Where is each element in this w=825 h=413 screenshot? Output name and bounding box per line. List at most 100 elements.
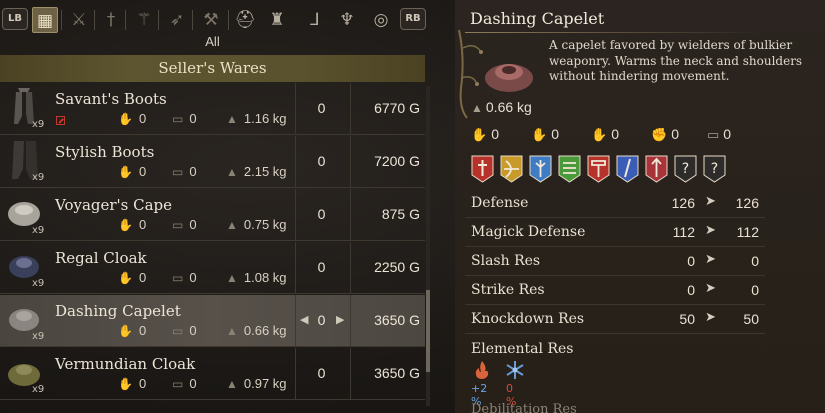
quantity-label: x9 <box>32 172 45 183</box>
quantity-label: x9 <box>32 119 45 130</box>
stat-red-hand: ✋ 0 <box>471 126 499 142</box>
chest-armor-icon[interactable]: ♜ <box>264 7 290 33</box>
quantity-label: x9 <box>32 384 45 395</box>
quantity-label: x9 <box>32 331 45 342</box>
category-label: All <box>205 34 220 49</box>
stat-defense: ▭ 0 <box>172 164 197 179</box>
red-hand-icon: ✋ <box>471 127 488 142</box>
item-price: 6770 G <box>350 83 422 135</box>
item-price: 3650 G <box>350 295 422 347</box>
svg-text:?: ? <box>711 161 718 177</box>
chest-icon: ▭ <box>172 112 184 126</box>
item-name: Voyager's Cape <box>55 196 173 214</box>
mage-vocation-icon <box>529 155 552 183</box>
chest-icon: ▭ <box>707 127 720 142</box>
list-item[interactable]: x9 Stylish Boots ✋ 0 ▭ 0 ▲ 2.15 kg 0 7200 G <box>0 136 425 188</box>
stat-attack: ✋ 0 <box>118 164 147 179</box>
sword-icon[interactable]: ⚔ <box>66 7 92 33</box>
item-description: A capelet favored by wielders of bulkier… <box>549 38 803 83</box>
stat-row: Slash Res 0 ➤ 0 <box>465 247 765 276</box>
item-name: Regal Cloak <box>55 249 147 267</box>
weight-icon: ▲ <box>226 218 238 232</box>
stat-fist: ✊ 0 <box>651 126 679 142</box>
list-scrollbar-thumb[interactable] <box>426 290 430 372</box>
stat-attack: ✋ 0 <box>118 323 147 338</box>
unusable-icon <box>56 116 65 125</box>
stat-defense: ▭ 0 <box>172 217 197 232</box>
detail-small-stats: ✋ 0 ✋ 0 ✋ 0 ✊ 0 ▭ 0 <box>471 126 811 146</box>
all-items-icon[interactable]: ▦ <box>32 7 58 33</box>
chest-icon: ▭ <box>172 324 184 338</box>
shop-screen: LB ▦ ⚔ † ⚚ ➶ ⚒ ⛑ ♜ ⅃ ♆ ◎ RB All Seller's… <box>0 0 825 413</box>
sellers-wares-header: Seller's Wares <box>0 55 425 82</box>
chest-icon: ▭ <box>172 377 184 391</box>
stat-row: Magick Defense 112 ➤ 112 <box>465 218 765 247</box>
compare-arrow-icon: ➤ <box>705 194 716 209</box>
cloak-icon[interactable]: ♆ <box>334 7 360 33</box>
detail-weight: ▲ 0.66 kg <box>471 99 532 115</box>
increase-arrow-icon[interactable]: ▶ <box>336 295 344 345</box>
stat-weight: ▲ 1.08 kg <box>226 270 287 285</box>
rb-button[interactable]: RB <box>400 8 426 30</box>
list-item[interactable]: x9 Savant's Boots ✋ 0 ▭ 0 ▲ 1.16 kg 0 6770 … <box>0 83 425 135</box>
stat-row: Strike Res 0 ➤ 0 <box>465 276 765 305</box>
mace-icon[interactable]: ⚒ <box>198 7 224 33</box>
hand-icon: ✋ <box>118 324 133 338</box>
unknown-vocation-icon: ? <box>703 155 726 183</box>
svg-text:?: ? <box>682 161 689 177</box>
chest-icon: ▭ <box>172 271 184 285</box>
weight-icon: ▲ <box>226 377 238 391</box>
fist-icon: ✊ <box>651 127 668 142</box>
owned-count: 0 <box>295 189 347 241</box>
item-price: 7200 G <box>350 136 422 188</box>
boots-icon[interactable]: ⅃ <box>302 7 328 33</box>
fighter-vocation-icon <box>471 155 494 183</box>
hand-icon: ✋ <box>118 218 133 232</box>
staff-icon[interactable]: ⚚ <box>131 7 157 33</box>
hand-icon: ✋ <box>118 112 133 126</box>
stat-defense: ▭ 0 <box>172 111 197 126</box>
dagger-icon[interactable]: † <box>98 7 124 33</box>
grey-hand-icon: ✋ <box>591 127 608 142</box>
archer-vocation-icon <box>500 155 523 183</box>
helmet-icon[interactable]: ⛑ <box>232 7 258 33</box>
weight-icon: ▲ <box>226 271 238 285</box>
bow-icon[interactable]: ➶ <box>164 7 190 33</box>
chest-icon: ▭ <box>172 218 184 232</box>
fire-icon <box>475 361 489 379</box>
quantity-label: x9 <box>32 225 45 236</box>
list-item[interactable]: x9 Vermundian Cloak ✋ 0 ▭ 0 ▲ 0.97 kg 0 365… <box>0 348 425 400</box>
stat-weight: ▲ 2.15 kg <box>226 164 287 179</box>
compare-arrow-icon: ➤ <box>705 281 716 296</box>
item-price: 875 G <box>350 189 422 241</box>
weight-icon: ▲ <box>226 112 238 126</box>
stat-defense: ▭ 0 <box>172 270 197 285</box>
stat-weight: ▲ 0.75 kg <box>226 217 287 232</box>
stat-weight: ▲ 0.66 kg <box>226 323 287 338</box>
owned-count: 0 <box>295 136 347 188</box>
item-name: Vermundian Cloak <box>55 355 196 373</box>
stat-grey-hand: ✋ 0 <box>591 126 619 142</box>
warrior-vocation-icon <box>587 155 610 183</box>
stat-defense: ▭ 0 <box>172 323 197 338</box>
stat-attack: ✋ 0 <box>118 217 147 232</box>
elemental-res-label: Elemental Res <box>471 341 574 357</box>
lb-button[interactable]: LB <box>2 8 28 30</box>
item-name: Dashing Capelet <box>55 302 181 320</box>
item-price: 3650 G <box>350 348 422 400</box>
owned-count: 0 <box>295 83 347 135</box>
decrease-arrow-icon[interactable]: ◀ <box>300 295 308 345</box>
debilitation-res-label: Debilitation Res <box>471 402 577 413</box>
item-price: 2250 G <box>350 242 422 294</box>
owned-count: 0 <box>295 348 347 400</box>
list-item-selected[interactable]: x9 Dashing Capelet ✋ 0 ▭ 0 ▲ 0.66 kg 0 ◀ ▶ … <box>0 295 425 347</box>
blue-hand-icon: ✋ <box>531 127 548 142</box>
weight-icon: ▲ <box>471 101 483 115</box>
compare-arrow-icon: ➤ <box>705 252 716 267</box>
item-name: Savant's Boots <box>55 90 167 108</box>
stat-attack: ✋ 0 <box>118 111 147 126</box>
stat-attack: ✋ 0 <box>118 270 147 285</box>
list-item[interactable]: x9 Voyager's Cape ✋ 0 ▭ 0 ▲ 0.75 kg 0 875 G <box>0 189 425 241</box>
list-item[interactable]: x9 Regal Cloak ✋ 0 ▭ 0 ▲ 1.08 kg 0 2250 G <box>0 242 425 294</box>
ring-icon[interactable]: ◎ <box>368 7 394 33</box>
